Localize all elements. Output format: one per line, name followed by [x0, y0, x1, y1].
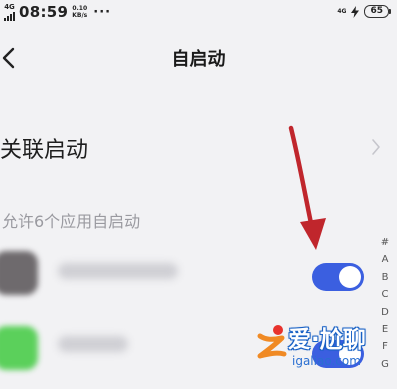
charging-icon — [351, 5, 360, 18]
status-left: 4G 08:59 0.10 KB/s ··· — [4, 3, 111, 21]
chevron-right-icon — [372, 139, 380, 155]
network-type-label: 4G — [4, 2, 15, 11]
app-name-blurred — [58, 263, 178, 279]
network-small-label: 4G — [337, 8, 347, 15]
status-right: 4G 65 — [337, 5, 391, 18]
battery-icon: 65 — [364, 5, 391, 18]
site-watermark: 爱·尬聊 igaliao.com — [254, 318, 394, 384]
alpha-index-a[interactable]: A — [382, 251, 389, 268]
status-bar: 4G 08:59 0.10 KB/s ··· 4G 65 — [0, 0, 397, 26]
app-row — [0, 245, 370, 301]
app-icon — [0, 251, 38, 295]
app-name-blurred — [58, 336, 128, 352]
signal-icon — [4, 11, 15, 21]
network-speed: 0.10 KB/s — [72, 5, 87, 19]
toggle-knob — [339, 266, 361, 288]
related-start-label: 关联启动 — [0, 138, 89, 163]
auto-start-toggle[interactable] — [312, 263, 364, 291]
related-start-row[interactable]: 关联启动 — [0, 124, 397, 170]
battery-tip — [389, 9, 391, 14]
alpha-index-hash[interactable]: # — [381, 234, 389, 251]
alpha-index-c[interactable]: C — [382, 286, 389, 303]
watermark-domain: igaliao.com — [292, 354, 361, 368]
status-time: 08:59 — [19, 3, 69, 21]
page-header: 自启动 — [0, 40, 397, 74]
watermark-title: 爱·尬聊 — [288, 327, 366, 353]
more-notifications-icon: ··· — [93, 4, 112, 20]
network-speed-unit: KB/s — [72, 12, 88, 19]
app-icon — [0, 326, 38, 370]
battery-level: 65 — [364, 5, 389, 18]
page-title: 自启动 — [171, 49, 226, 70]
alpha-index-b[interactable]: B — [382, 269, 389, 286]
app-list-section-title: 允许6个应用自启动 — [2, 212, 141, 231]
watermark-logo-icon — [257, 325, 287, 359]
network-indicator: 4G — [4, 2, 15, 21]
network-speed-value: 0.10 — [72, 5, 88, 12]
